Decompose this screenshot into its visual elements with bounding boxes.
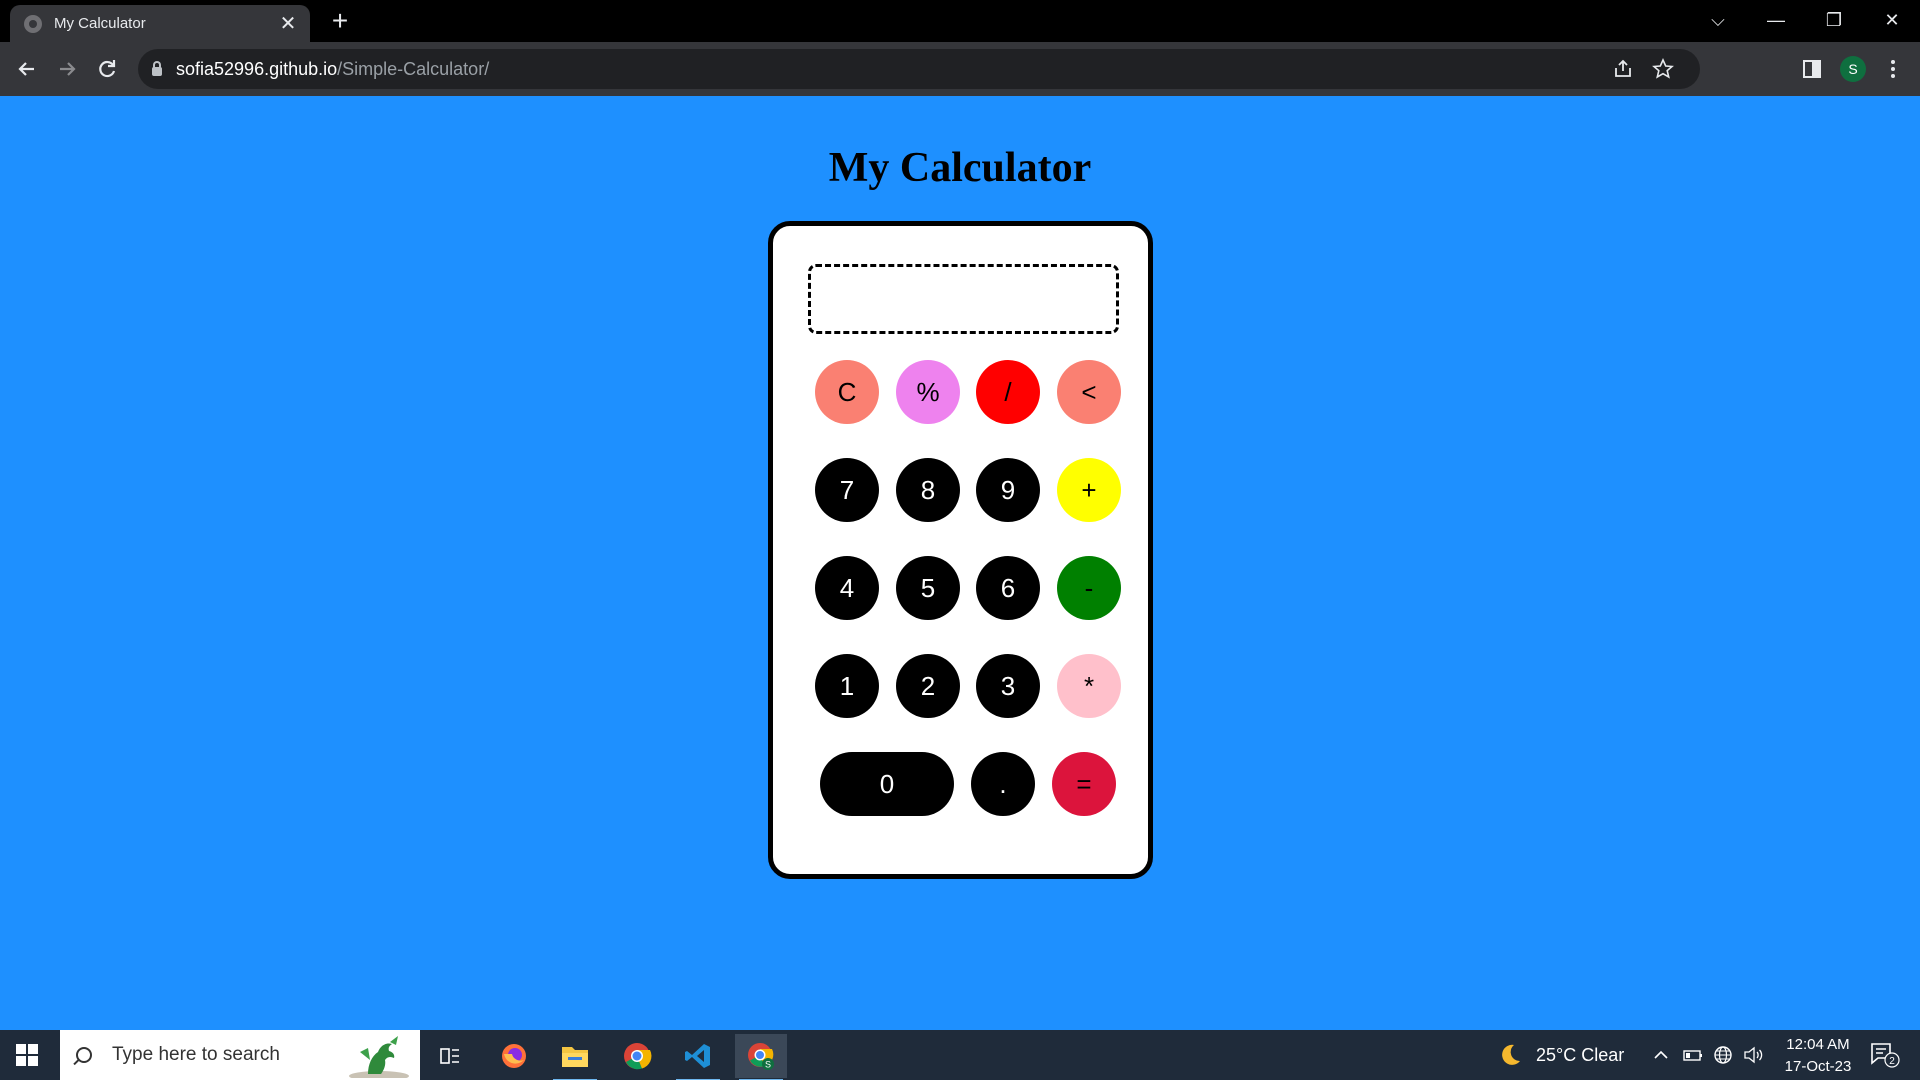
side-panel-icon[interactable] (1799, 56, 1825, 82)
url-host: sofia52996.github.io (176, 58, 338, 79)
digit-0-button[interactable]: 0 (820, 752, 954, 816)
percent-button[interactable]: % (896, 360, 960, 424)
search-placeholder: Type here to search (112, 1044, 280, 1065)
tab-title: My Calculator (54, 15, 146, 32)
notification-count: 2 (1889, 1056, 1895, 1067)
url-path: /Simple-Calculator/ (337, 58, 490, 79)
page-title: My Calculator (828, 145, 1092, 191)
divide-button[interactable]: / (976, 360, 1040, 424)
browser-tabstrip: My Calculator ✕ + ⌵ — ❐ ✕ (0, 0, 1920, 42)
svg-text:S: S (765, 1060, 771, 1070)
digit-8-button[interactable]: 8 (896, 458, 960, 522)
lock-icon[interactable] (152, 61, 162, 76)
address-bar[interactable]: sofia52996.github.io/Simple-Calculator/ (138, 49, 1700, 89)
calculator: C % / < 7 8 9 + 4 5 6 - 1 2 3 * 0 . = (768, 221, 1153, 879)
digit-2-button[interactable]: 2 (896, 654, 960, 718)
globe-icon (24, 14, 42, 33)
more-menu-icon[interactable] (1880, 56, 1906, 82)
tab-close-icon[interactable]: ✕ (278, 14, 298, 34)
minimize-button[interactable]: — (1748, 0, 1804, 40)
weather-widget[interactable]: 25°C Clear (1496, 1030, 1624, 1080)
digit-1-button[interactable]: 1 (815, 654, 879, 718)
task-view-icon[interactable] (424, 1034, 476, 1078)
taskbar: Type here to search S 25°C Clear 12:04 A… (0, 1030, 1920, 1080)
chrome-icon[interactable] (611, 1034, 663, 1078)
tab-search-icon[interactable]: ⌵ (1690, 0, 1746, 40)
bookmark-star-icon[interactable] (1652, 58, 1674, 80)
digit-7-button[interactable]: 7 (815, 458, 879, 522)
volume-icon[interactable] (1742, 1030, 1764, 1080)
windows-start-icon[interactable] (16, 1044, 38, 1066)
decimal-point-button[interactable]: . (971, 752, 1035, 816)
dragon-illustration-icon (349, 1036, 409, 1078)
add-button[interactable]: + (1057, 458, 1121, 522)
battery-icon[interactable] (1682, 1030, 1704, 1080)
reload-icon[interactable] (92, 54, 122, 84)
share-icon[interactable] (1612, 58, 1634, 80)
digit-4-button[interactable]: 4 (815, 556, 879, 620)
new-tab-button[interactable]: + (325, 6, 355, 36)
backspace-button[interactable]: < (1057, 360, 1121, 424)
back-arrow-icon[interactable] (12, 54, 42, 84)
firefox-icon[interactable] (488, 1034, 540, 1078)
browser-toolbar: sofia52996.github.io/Simple-Calculator/ … (0, 42, 1920, 96)
taskbar-search-box[interactable]: Type here to search (60, 1030, 420, 1080)
weather-text: 25°C Clear (1536, 1044, 1625, 1065)
digit-3-button[interactable]: 3 (976, 654, 1040, 718)
chrome-profile-icon[interactable]: S (735, 1034, 787, 1080)
close-window-button[interactable]: ✕ (1864, 0, 1920, 40)
notification-center-icon[interactable]: 2 (1866, 1040, 1906, 1070)
equals-button[interactable]: = (1052, 752, 1116, 816)
restore-button[interactable]: ❐ (1806, 0, 1862, 40)
search-icon (76, 1047, 92, 1063)
clear-button[interactable]: C (815, 360, 879, 424)
multiply-button[interactable]: * (1057, 654, 1121, 718)
clock-time: 12:04 AM (1786, 1036, 1850, 1053)
digit-9-button[interactable]: 9 (976, 458, 1040, 522)
system-clock[interactable]: 12:04 AM 17-Oct-23 (1770, 1034, 1866, 1078)
browser-tab[interactable]: My Calculator ✕ (10, 5, 310, 42)
vscode-icon[interactable] (672, 1034, 724, 1080)
calculator-display[interactable] (808, 264, 1119, 334)
page-content: My Calculator C % / < 7 8 9 + 4 5 6 - 1 … (0, 96, 1920, 1030)
forward-arrow-icon[interactable] (52, 54, 82, 84)
profile-avatar[interactable]: S (1840, 56, 1866, 82)
file-explorer-icon[interactable] (549, 1034, 601, 1080)
network-globe-icon[interactable] (1712, 1030, 1734, 1080)
digit-6-button[interactable]: 6 (976, 556, 1040, 620)
show-hidden-icons-icon[interactable] (1652, 1030, 1670, 1080)
clock-date: 17-Oct-23 (1784, 1058, 1852, 1075)
moon-icon (1502, 1044, 1520, 1065)
digit-5-button[interactable]: 5 (896, 556, 960, 620)
subtract-button[interactable]: - (1057, 556, 1121, 620)
